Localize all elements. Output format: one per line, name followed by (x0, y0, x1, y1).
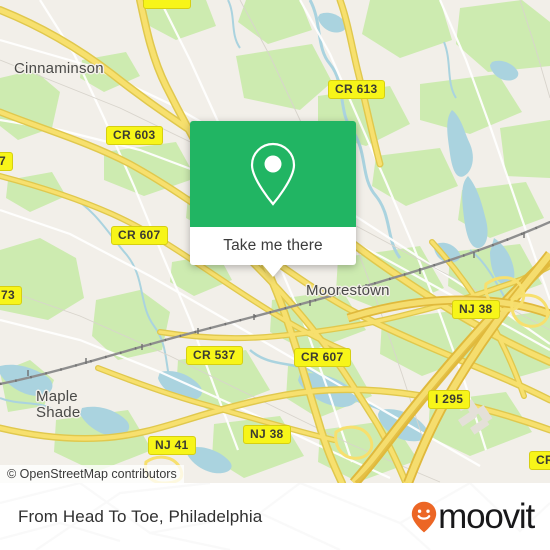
road-shield-nj38-south: NJ 38 (243, 425, 291, 444)
map-screenshot: Cinnaminson Moorestown Maple Shade CR 61… (0, 0, 550, 550)
road-shield-i295: I 295 (428, 390, 471, 409)
map-canvas[interactable]: Cinnaminson Moorestown Maple Shade CR 61… (0, 0, 550, 483)
page-title: From Head To Toe, Philadelphia (18, 506, 263, 526)
take-me-there-label: Take me there (223, 237, 323, 254)
road-shield-cr607-east: CR 607 (294, 348, 351, 367)
moovit-wordmark: moovit (438, 496, 535, 536)
road-shield-cr-edge: CR (529, 451, 550, 470)
road-shield-73: 73 (0, 286, 22, 305)
road-shield-cr603: CR 603 (106, 126, 163, 145)
footer-bar: From Head To Toe, Philadelphia moovit (0, 483, 550, 550)
osm-attribution[interactable]: © OpenStreetMap contributors (0, 465, 184, 483)
callout-action-area[interactable]: Take me there (190, 227, 356, 277)
road-shield-cr537: CR 537 (186, 346, 243, 365)
road-shield-nj41: NJ 41 (148, 436, 196, 455)
moovit-smiley-pin-icon (411, 501, 437, 532)
callout-tail-icon (262, 264, 284, 277)
road-shield-top-partial (143, 0, 191, 9)
moovit-brand[interactable]: moovit (411, 496, 535, 536)
road-shield-nj38-east: NJ 38 (452, 300, 500, 319)
road-shield-cr607-west: CR 607 (111, 226, 168, 245)
location-pin-icon (250, 142, 296, 206)
destination-callout[interactable]: Take me there (190, 121, 356, 277)
road-shield-7: 7 (0, 152, 13, 171)
callout-pin-area (190, 121, 356, 227)
road-shield-cr613: CR 613 (328, 80, 385, 99)
